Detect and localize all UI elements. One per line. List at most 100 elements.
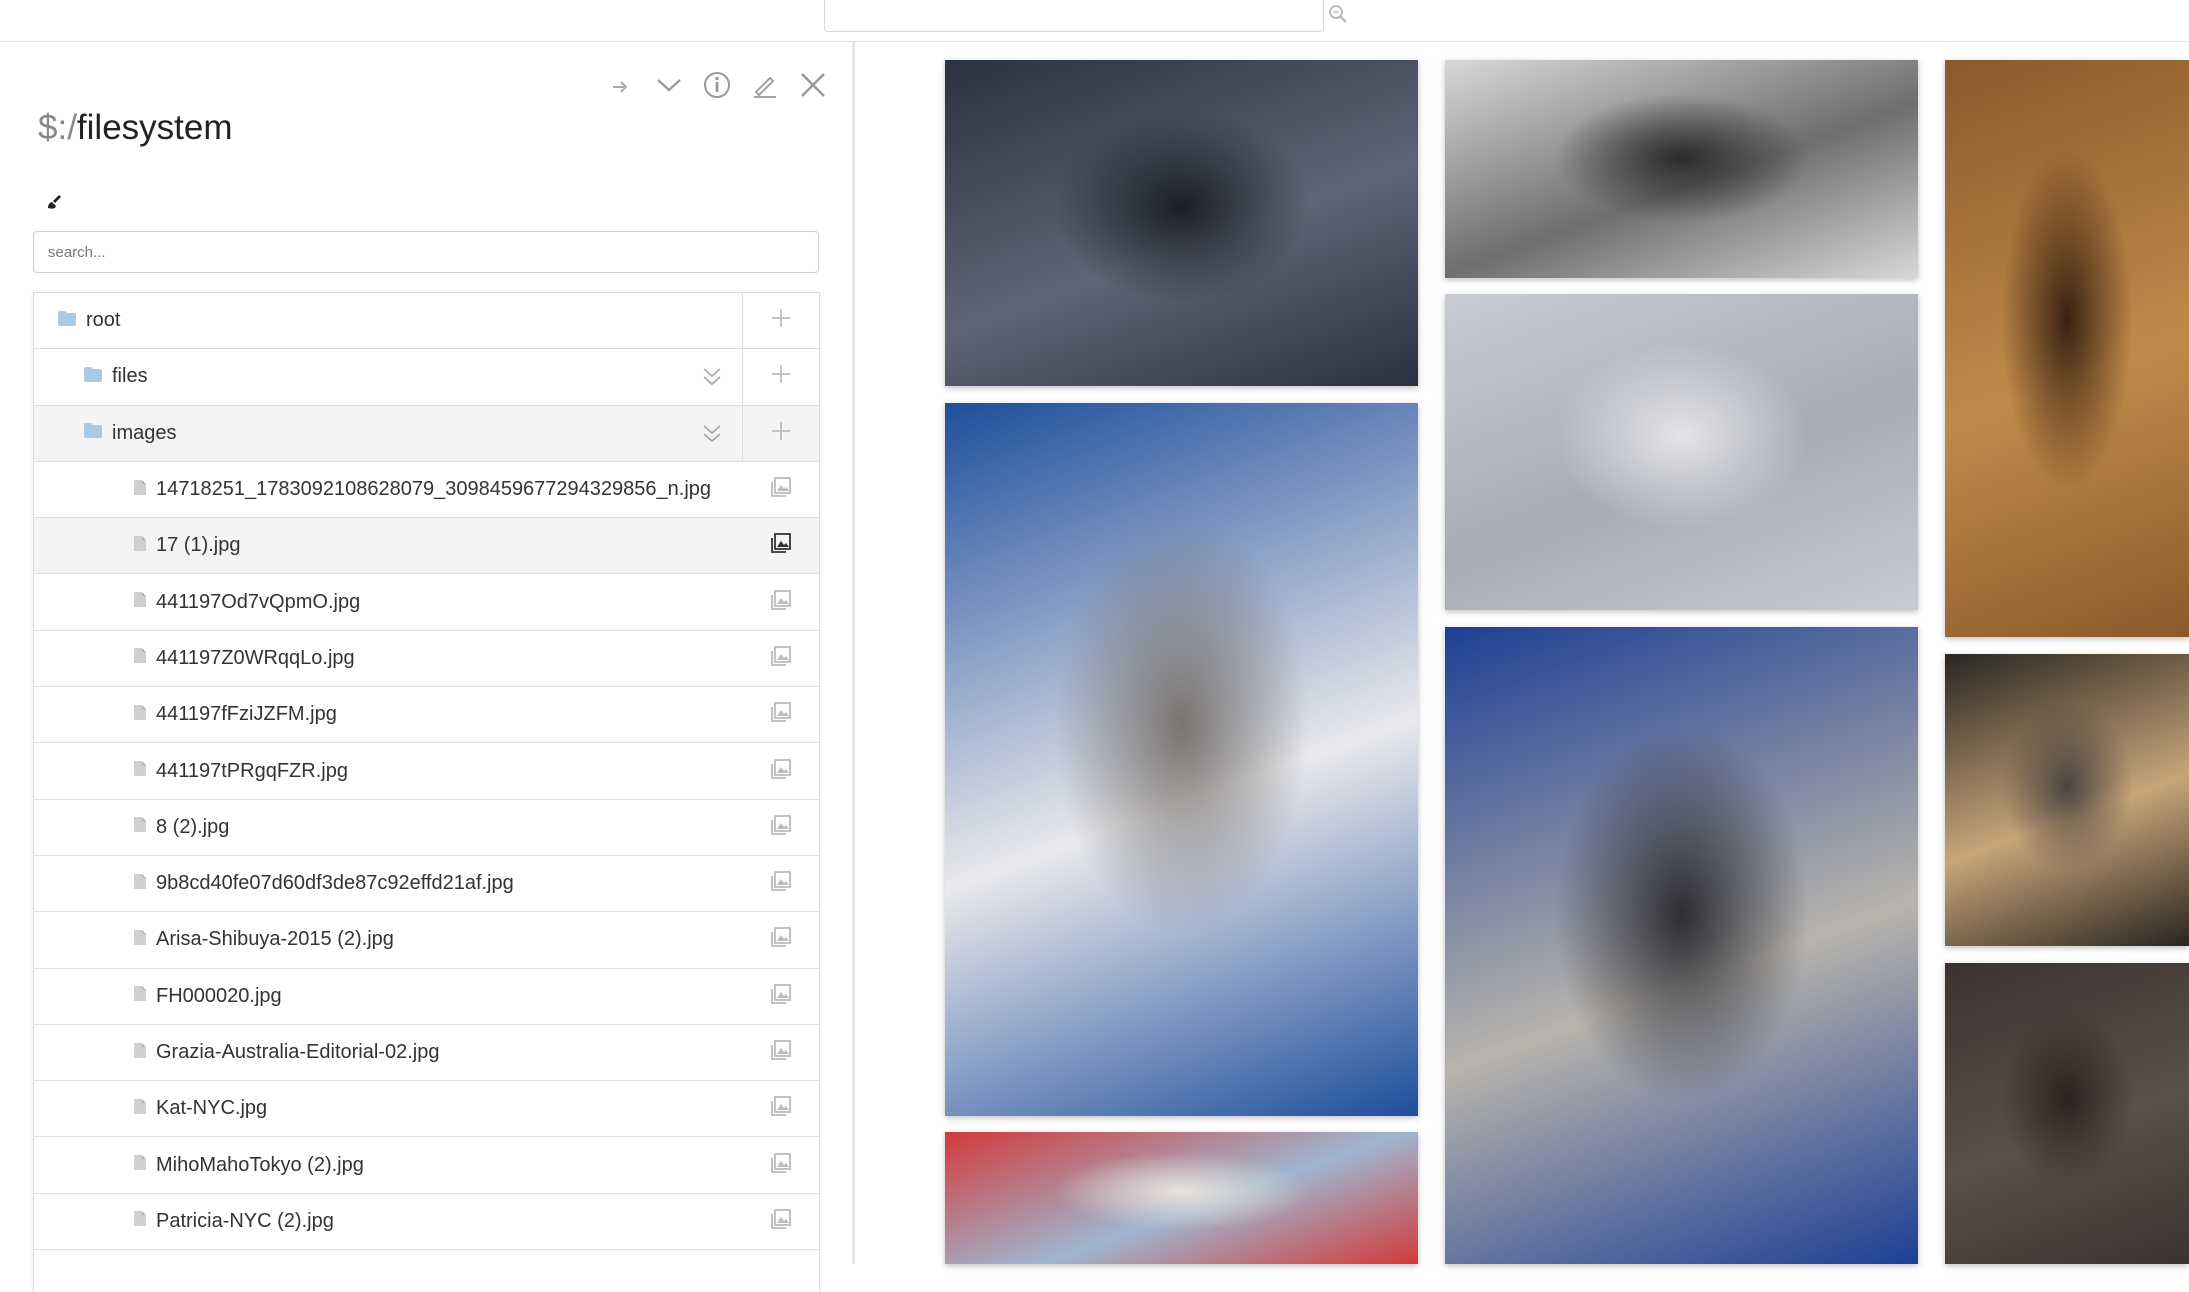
global-search-input[interactable] [824,0,1324,32]
image-gallery-icon [770,758,792,785]
image-preview-button[interactable] [742,1025,819,1080]
add-button[interactable] [742,293,819,349]
file-label: MihoMahoTokyo (2).jpg [156,1153,364,1176]
image-gallery-icon [770,701,792,728]
add-button[interactable] [742,405,819,461]
title-prefix: $:/ [38,108,77,147]
file-label: 441197Od7vQpmO.jpg [156,590,361,613]
plus-icon [770,420,792,447]
image-gallery-icon [770,645,792,672]
image-preview-button[interactable] [742,574,819,629]
file-label: Grazia-Australia-Editorial-02.jpg [156,1041,440,1063]
panel-toolbar [604,68,830,102]
file-row[interactable]: 9b8cd40fe07d60df3de87c92effd21af.jpg [34,856,819,913]
file-label: Patricia-NYC (2).jpg [156,1209,334,1232]
file-row[interactable]: 441197fFziJZFM.jpg [34,687,819,744]
image-preview-button[interactable] [742,1194,819,1249]
folder-icon [58,310,76,331]
photo-bw-statue-pose[interactable] [1445,60,1918,278]
folder-label: files [112,365,148,388]
image-gallery-icon [770,1039,792,1066]
page-title: $:/filesystem [38,108,233,148]
close-icon[interactable] [796,68,830,102]
image-preview-button[interactable] [742,1137,819,1192]
file-label: 441197Z0WRqqLo.jpg [156,646,355,669]
file-icon [134,873,146,894]
image-gallery-icon [770,1208,792,1235]
file-icon [134,929,146,950]
file-icon [134,1155,146,1175]
photo-dark-rock[interactable] [1945,963,2189,1264]
file-label: Kat-NYC.jpg [156,1097,268,1120]
file-row[interactable]: 14718251_1783092108628079_30984596772943… [34,462,819,519]
photo-desert-rock[interactable] [1945,60,2189,637]
image-preview-button[interactable] [742,912,819,967]
image-preview-button[interactable] [742,743,819,798]
image-preview-button[interactable] [742,687,819,742]
photo-curly-hair-balcony[interactable] [1445,627,1918,1264]
file-label: FH000020.jpg [156,984,282,1007]
file-row[interactable]: Grazia-Australia-Editorial-02.jpg [34,1025,819,1082]
plus-icon [770,307,792,334]
file-icon [134,1098,146,1119]
file-label: 8 (2).jpg [156,815,230,838]
image-gallery-icon [770,532,792,559]
file-label: 17 (1).jpg [156,534,241,557]
filesystem-panel: $:/filesystem root files images 14718251_17… [0,42,855,1292]
file-row[interactable]: 8 (2).jpg [34,800,819,856]
image-gallery-icon [770,926,792,953]
image-gallery-icon [770,1152,792,1179]
chevron-down-icon[interactable] [652,68,686,102]
file-label: 14718251_1783092108628079_30984596772943… [156,478,712,501]
folder-row-root[interactable]: root [34,293,819,350]
file-row[interactable]: 441197tPRgqFZR.jpg [34,743,819,800]
image-gallery-icon [770,870,792,897]
file-row[interactable]: FH000020.jpg [34,969,819,1025]
file-icon [134,1042,146,1063]
search-icon[interactable] [1326,2,1350,26]
image-preview-button[interactable] [742,518,819,573]
image-preview-button[interactable] [742,969,819,1024]
title-text: filesystem [76,108,233,147]
file-row[interactable]: Patricia-NYC (2).jpg [34,1194,819,1251]
folder-icon [84,366,102,387]
file-row[interactable]: Kat-NYC.jpg [34,1081,819,1138]
expand-chevron-icon[interactable] [701,363,723,394]
file-label: Arisa-Shibuya-2015 (2).jpg [156,928,394,951]
expand-chevron-icon[interactable] [701,420,723,451]
file-icon [134,535,146,556]
edit-icon[interactable] [748,68,782,102]
image-preview-button[interactable] [742,856,819,911]
redo-icon[interactable] [604,68,638,102]
file-row[interactable]: 17 (1).jpg [34,518,819,575]
photo-beach-legs[interactable] [1945,654,2189,946]
file-icon [134,1211,146,1231]
photo-street-newspaper-dress[interactable] [945,60,1418,386]
file-label: 441197tPRgqFZR.jpg [156,759,348,782]
file-row[interactable]: MihoMahoTokyo (2).jpg [34,1137,819,1194]
file-label: 9b8cd40fe07d60df3de87c92effd21af.jpg [156,872,514,895]
search-input[interactable] [33,231,819,273]
file-icon [134,648,146,668]
folder-icon [84,423,102,443]
photo-red-umbrella[interactable] [945,1132,1418,1264]
paint-brush-icon[interactable] [44,192,64,212]
file-tree: root files images 14718251_1783092108628079… [33,292,820,1292]
photo-pavement-red-dress[interactable] [1445,294,1918,610]
image-preview-button[interactable] [742,462,819,517]
image-preview-button[interactable] [742,800,819,855]
file-icon [134,761,146,781]
file-icon [134,817,146,837]
image-gallery-icon [770,476,792,503]
file-row[interactable]: 441197Od7vQpmO.jpg [34,574,819,631]
folder-row-images[interactable]: images [34,405,819,462]
add-button[interactable] [742,349,819,405]
file-row[interactable]: 441197Z0WRqqLo.jpg [34,631,819,688]
image-gallery-icon [770,983,792,1010]
image-preview-button[interactable] [742,631,819,686]
image-preview-button[interactable] [742,1081,819,1136]
file-row[interactable]: Arisa-Shibuya-2015 (2).jpg [34,912,819,969]
photo-cathedral-steps[interactable] [945,403,1418,1116]
info-icon[interactable] [700,68,734,102]
folder-row-files[interactable]: files [34,349,819,406]
